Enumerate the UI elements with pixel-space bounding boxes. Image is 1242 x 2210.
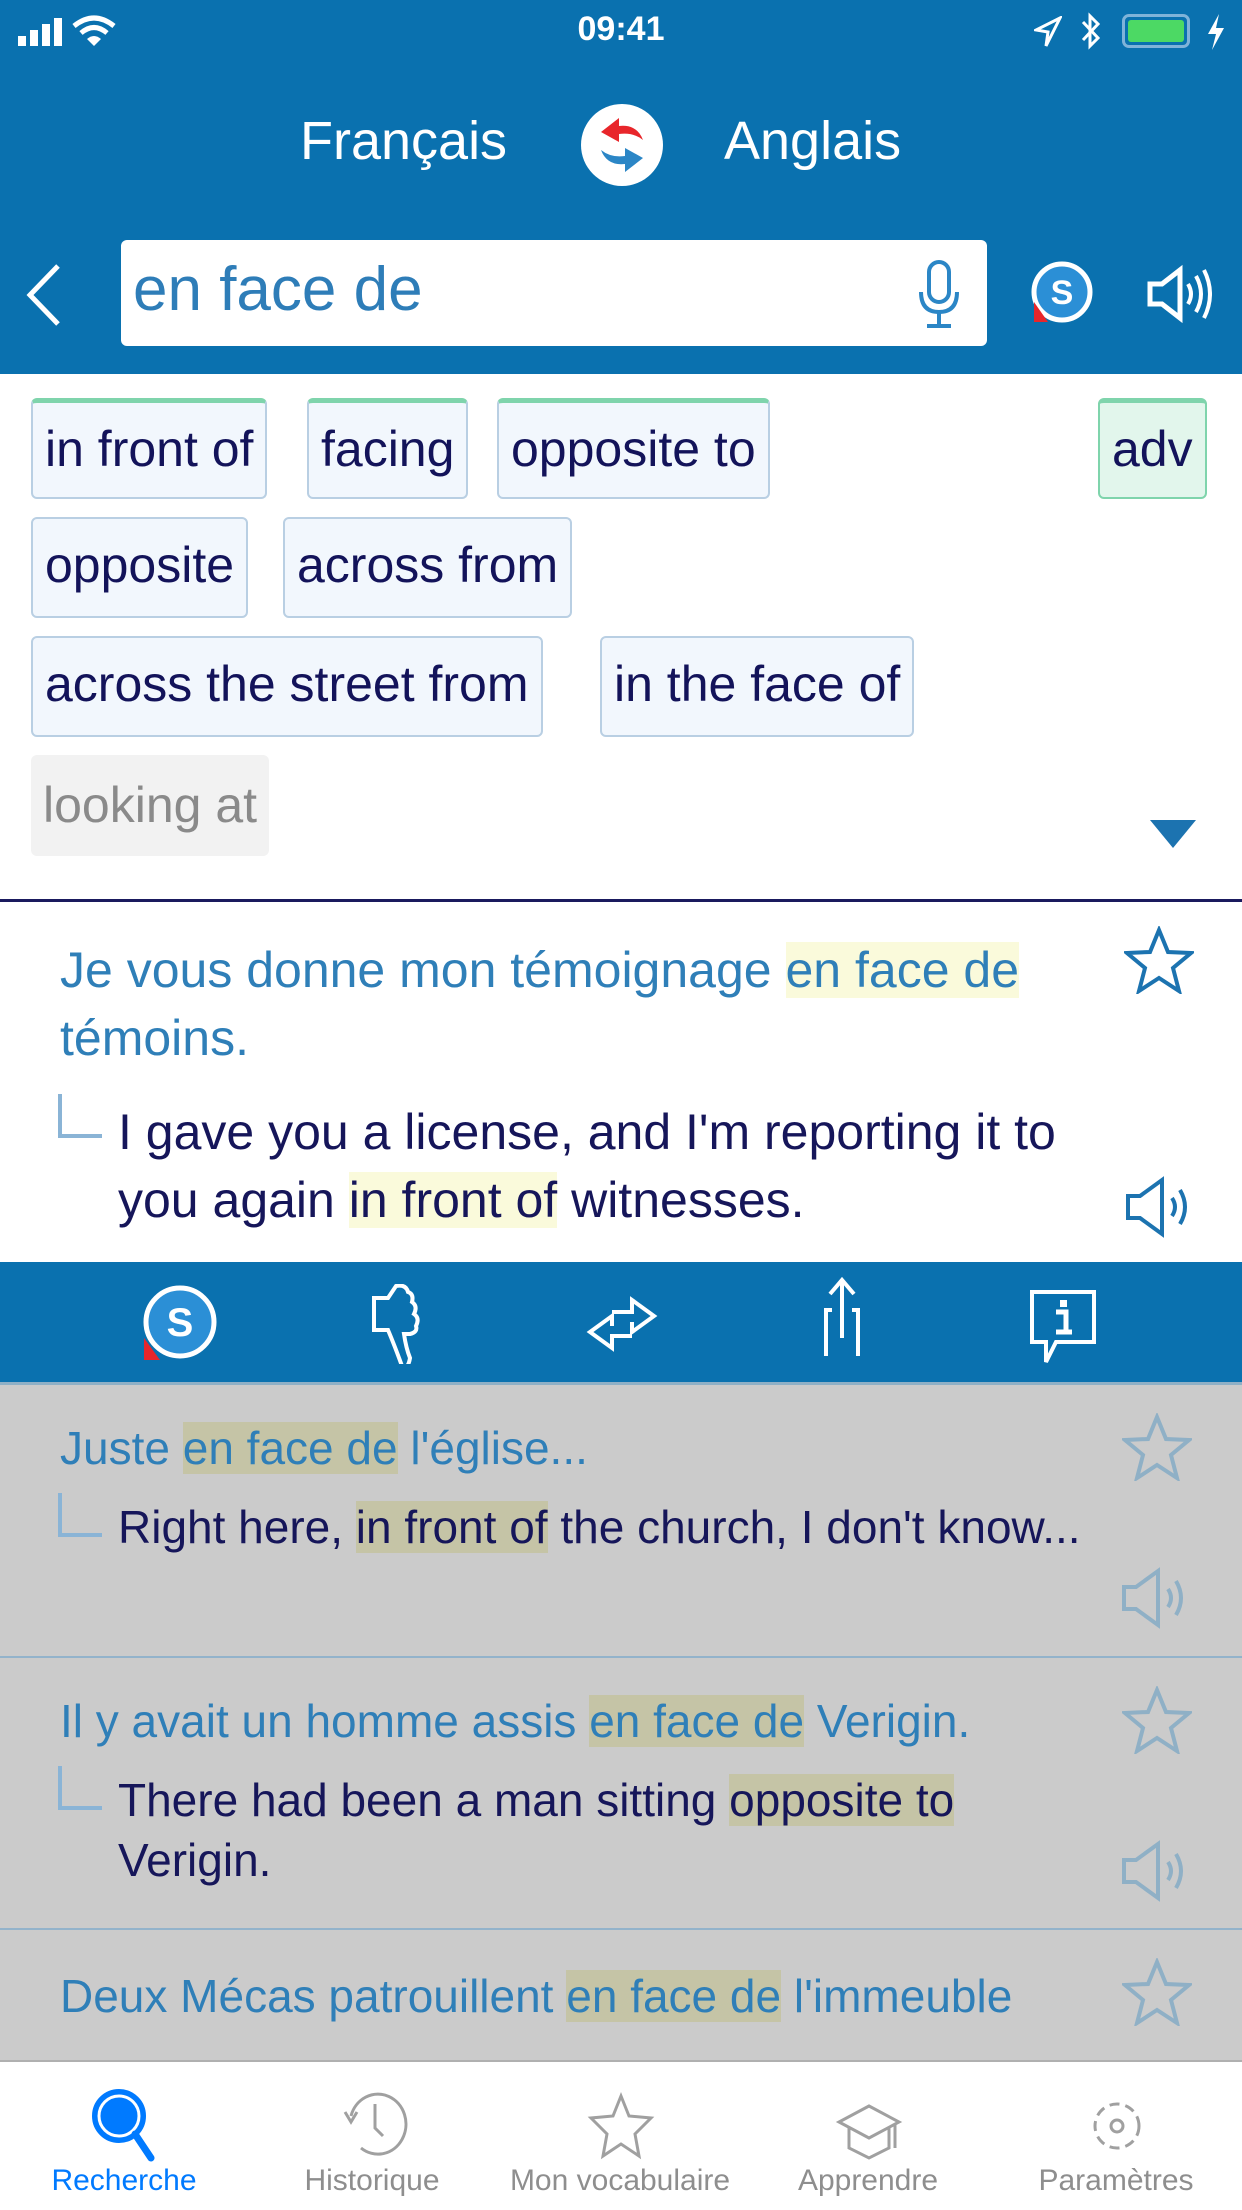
reverso-s-icon[interactable]: S xyxy=(138,1282,218,1362)
report-info-icon[interactable] xyxy=(1022,1284,1102,1364)
example-source: Deux Mécas patrouillent en face de l'imm… xyxy=(60,1970,1013,2022)
example-target: I gave you a license, and I'm reporting … xyxy=(118,1104,1056,1228)
tab-bar: Recherche Historique Mon vocabulaire App… xyxy=(0,2060,1242,2208)
tab-mon-vocabulaire[interactable]: Mon vocabulaire xyxy=(496,2062,744,2210)
graduation-cap-icon xyxy=(835,2104,903,2160)
swap-languages-button[interactable] xyxy=(581,104,663,186)
swap-direction-icon[interactable] xyxy=(582,1284,662,1364)
favorite-star-icon[interactable] xyxy=(1122,1958,1192,2026)
target-language-button[interactable]: Anglais xyxy=(724,110,901,172)
svg-text:S: S xyxy=(1051,274,1074,312)
play-audio-icon[interactable] xyxy=(1120,1838,1192,1904)
tab-apprendre[interactable]: Apprendre xyxy=(744,2062,992,2210)
tab-label: Apprendre xyxy=(797,2164,939,2197)
reverso-s-icon[interactable]: S xyxy=(1030,260,1094,324)
swap-icon xyxy=(601,118,643,172)
history-icon xyxy=(343,2092,408,2156)
chip-translation[interactable]: in front of xyxy=(31,398,268,499)
favorite-star-icon[interactable] xyxy=(1122,1413,1192,1481)
location-icon xyxy=(1034,16,1062,47)
search-icon xyxy=(92,2089,155,2162)
source-language-button[interactable]: Français xyxy=(300,110,507,172)
tab-label: Historique xyxy=(304,2164,440,2197)
play-audio-icon[interactable] xyxy=(1124,1174,1196,1240)
example-source: Je vous donne mon témoignage en face de … xyxy=(60,942,1020,1066)
chip-translation[interactable]: facing xyxy=(307,398,469,499)
example-target: Right here, in front of the church, I do… xyxy=(118,1501,1081,1553)
list-item[interactable]: Il y avait un homme assis en face de Ver… xyxy=(0,1658,1242,1930)
chip-translation[interactable]: in the face of xyxy=(600,636,915,737)
favorite-star-icon[interactable] xyxy=(1122,1686,1192,1754)
tab-label: Paramètres xyxy=(1038,2164,1194,2197)
tab-recherche[interactable]: Recherche xyxy=(0,2062,248,2210)
example-toolbar: S xyxy=(0,1262,1242,1382)
chip-translation[interactable]: looking at xyxy=(31,755,270,856)
chip-part-of-speech[interactable]: adv xyxy=(1098,398,1207,499)
example-source: Il y avait un homme assis en face de Ver… xyxy=(60,1695,971,1747)
share-icon[interactable] xyxy=(802,1276,882,1356)
chip-translation[interactable]: opposite to xyxy=(497,398,770,499)
translation-arrow-icon xyxy=(58,1094,102,1138)
search-box xyxy=(121,240,987,346)
status-bar: 09:41 xyxy=(0,0,1242,60)
translation-arrow-icon xyxy=(58,1766,102,1810)
expand-chips-icon[interactable] xyxy=(1150,820,1196,848)
star-icon xyxy=(587,2091,655,2160)
tab-label: Recherche xyxy=(51,2164,197,2197)
chip-translation[interactable]: opposite xyxy=(31,517,249,618)
examples-list: Juste en face de l'église... Right here,… xyxy=(0,1382,1242,2060)
speaker-icon[interactable] xyxy=(1146,264,1212,324)
thumbs-down-icon[interactable] xyxy=(362,1284,442,1364)
translation-arrow-icon xyxy=(58,1493,102,1537)
play-audio-icon[interactable] xyxy=(1120,1565,1192,1631)
battery-icon xyxy=(1122,14,1190,48)
tab-historique[interactable]: Historique xyxy=(248,2062,496,2210)
chip-translation[interactable]: across from xyxy=(283,517,573,618)
chip-translation[interactable]: across the street from xyxy=(31,636,543,737)
example-target: There had been a man sitting opposite to… xyxy=(118,1774,955,1886)
tab-parametres[interactable]: Paramètres xyxy=(992,2062,1240,2210)
bluetooth-icon xyxy=(1081,12,1101,50)
charging-icon xyxy=(1208,14,1224,50)
gear-icon xyxy=(1093,2102,1141,2150)
favorite-star-icon[interactable] xyxy=(1124,926,1194,994)
microphone-icon[interactable] xyxy=(915,260,965,330)
example-selected[interactable]: Je vous donne mon témoignage en face de … xyxy=(0,902,1242,1262)
example-source: Juste en face de l'église... xyxy=(60,1422,588,1474)
back-icon[interactable] xyxy=(24,262,64,328)
list-item[interactable]: Juste en face de l'église... Right here,… xyxy=(0,1385,1242,1658)
header: 09:41 Français Anglais S xyxy=(0,0,1242,374)
search-input[interactable] xyxy=(133,254,893,325)
tab-label: Mon vocabulaire xyxy=(509,2164,731,2197)
svg-text:S: S xyxy=(167,1301,194,1345)
list-item[interactable]: Deux Mécas patrouillent en face de l'imm… xyxy=(0,1930,1242,2060)
